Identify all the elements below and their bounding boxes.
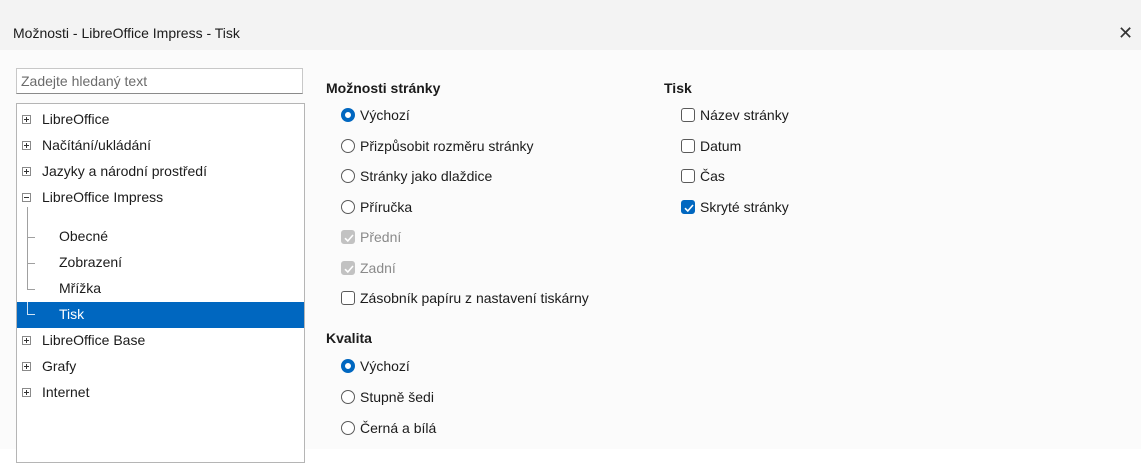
option-label: Přizpůsobit rozměru stránky: [360, 138, 534, 154]
checkbox-icon[interactable]: [681, 108, 695, 122]
tree-item-libreoffice[interactable]: LibreOffice: [17, 107, 304, 133]
tree-item-languages[interactable]: Jazyky a národní prostředí: [17, 159, 304, 185]
option-label: Stránky jako dlaždice: [360, 168, 493, 184]
print-title: Tisk: [664, 80, 692, 96]
page-options-title: Možnosti stránky: [326, 80, 441, 96]
option-label: Zadní: [360, 260, 396, 276]
option-label: Přední: [360, 229, 402, 245]
tree-item-label: Načítání/ukládání: [42, 137, 151, 153]
option-label: Čas: [700, 168, 725, 184]
option-label: Příručka: [360, 199, 413, 215]
tree-item-print[interactable]: Tisk: [17, 302, 304, 328]
expand-icon[interactable]: [22, 336, 31, 345]
tree-connector: [27, 302, 28, 314]
tree-item-base[interactable]: LibreOffice Base: [17, 328, 304, 354]
options-tree: LibreOffice Načítání/ukládání Jazyky a n…: [16, 103, 305, 463]
tree-item-charts[interactable]: Grafy: [17, 354, 304, 380]
tree-item-label: Zobrazení: [59, 254, 123, 270]
checkbox-checked-icon: [341, 261, 355, 275]
checkbox-icon[interactable]: [341, 291, 355, 305]
tree-item-label: Jazyky a národní prostředí: [42, 163, 207, 179]
checkbox-checked-icon: [341, 230, 355, 244]
title-bar: Možnosti - LibreOffice Impress - Tisk ✕: [0, 0, 1141, 50]
tree-item-label: LibreOffice Impress: [42, 189, 164, 205]
tree-item-internet[interactable]: Internet: [17, 380, 304, 406]
radio-icon[interactable]: [341, 421, 355, 435]
radio-icon[interactable]: [341, 169, 355, 183]
tree-item-label: Tisk: [59, 306, 85, 322]
radio-selected-icon[interactable]: [341, 359, 355, 373]
option-label: Název stránky: [700, 107, 789, 123]
expand-icon[interactable]: [22, 388, 31, 397]
tree-item-label: Internet: [42, 384, 90, 400]
option-label: Černá a bílá: [360, 420, 437, 436]
quality-title: Kvalita: [326, 330, 372, 346]
radio-icon[interactable]: [341, 200, 355, 214]
tree-item-label: LibreOffice Base: [42, 332, 146, 348]
option-label: Datum: [700, 138, 742, 154]
checkbox-icon[interactable]: [681, 139, 695, 153]
radio-icon[interactable]: [341, 390, 355, 404]
radio-selected-icon[interactable]: [341, 108, 355, 122]
option-label: Výchozí: [360, 358, 410, 374]
window-title: Možnosti - LibreOffice Impress - Tisk: [13, 25, 240, 41]
expand-icon[interactable]: [22, 115, 31, 124]
option-label: Stupně šedi: [360, 389, 434, 405]
option-label: Skryté stránky: [700, 199, 789, 215]
expand-icon[interactable]: [22, 167, 31, 176]
radio-icon[interactable]: [341, 139, 355, 153]
tree-item-label: Grafy: [42, 358, 77, 374]
tree-connector: [27, 314, 35, 315]
checkbox-icon[interactable]: [681, 169, 695, 183]
dialog-content: LibreOffice Načítání/ukládání Jazyky a n…: [0, 50, 1141, 463]
tree-item-label: Mřížka: [59, 280, 101, 296]
tree-item-grid[interactable]: Mřížka: [17, 276, 304, 302]
expand-icon[interactable]: [22, 362, 31, 371]
tree-item-general[interactable]: Obecné: [17, 224, 304, 250]
expand-icon[interactable]: [22, 141, 31, 150]
tree-item-impress[interactable]: LibreOffice Impress: [17, 185, 304, 211]
tree-item-label: Obecné: [59, 228, 109, 244]
tree-item-loading-saving[interactable]: Načítání/ukládání: [17, 133, 304, 159]
tree-item-label: LibreOffice: [42, 111, 110, 127]
search-input[interactable]: [16, 68, 303, 94]
collapse-icon[interactable]: [22, 193, 31, 202]
checkbox-checked-icon[interactable]: [681, 200, 695, 214]
close-icon[interactable]: ✕: [1118, 18, 1141, 48]
option-label: Výchozí: [360, 107, 410, 123]
tree-item-view[interactable]: Zobrazení: [17, 250, 304, 276]
option-label: Zásobník papíru z nastavení tiskárny: [360, 290, 589, 306]
